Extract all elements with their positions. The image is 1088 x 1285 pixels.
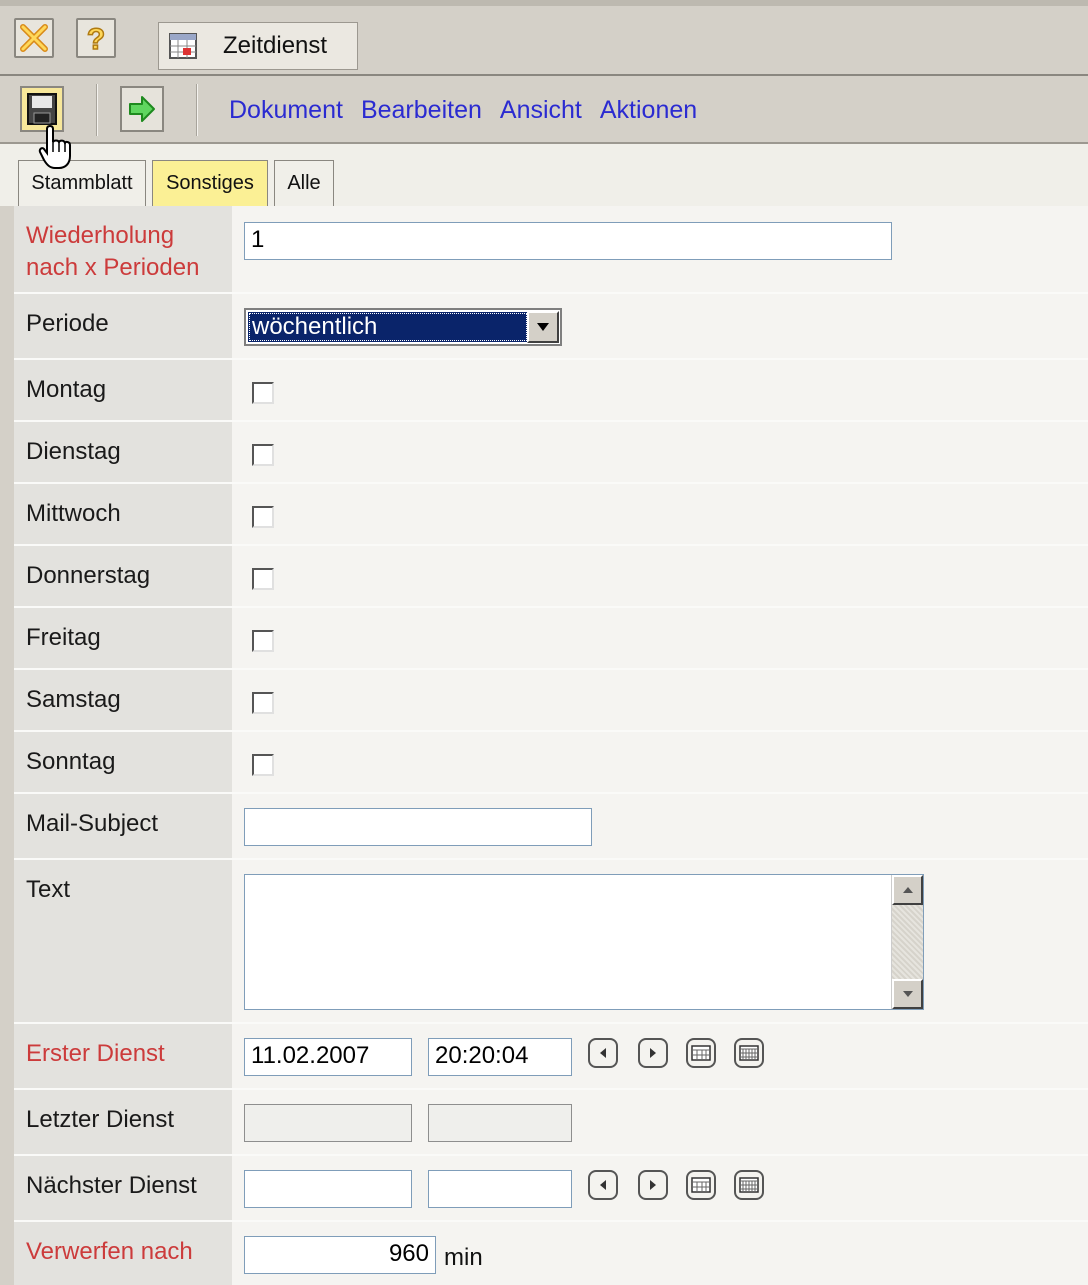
row-donnerstag: Donnerstag	[14, 546, 1088, 608]
document-icon	[169, 33, 197, 59]
row-samstag: Samstag	[14, 670, 1088, 732]
hand-cursor-icon	[38, 124, 71, 169]
svg-text:?: ?	[87, 23, 105, 54]
menu-bearbeiten[interactable]: Bearbeiten	[361, 96, 482, 125]
label-sonntag: Sonntag	[14, 732, 232, 792]
row-wiederholung: Wiederholung nach x Perioden 1	[14, 206, 1088, 294]
donnerstag-checkbox[interactable]	[252, 568, 274, 590]
row-periode: Periode wöchentlich	[14, 294, 1088, 360]
time-picker-button[interactable]	[734, 1170, 764, 1200]
arrow-up-icon	[902, 887, 913, 893]
forward-button[interactable]	[120, 86, 164, 132]
letzter-dienst-date-input	[244, 1104, 412, 1142]
time-picker-button[interactable]	[734, 1038, 764, 1068]
menu-dokument[interactable]: Dokument	[229, 96, 343, 125]
label-samstag: Samstag	[14, 670, 232, 730]
label-naechster-dienst: Nächster Dienst	[14, 1156, 232, 1220]
row-verwerfen: Verwerfen nach 960 min	[14, 1222, 1088, 1285]
row-mail-subject: Mail-Subject	[14, 794, 1088, 860]
calendar-grid-icon	[739, 1045, 759, 1061]
scroll-down-button[interactable]	[892, 979, 923, 1009]
menu-aktionen[interactable]: Aktionen	[600, 96, 697, 125]
arrow-right-icon	[650, 1180, 656, 1190]
calendar-icon	[691, 1177, 711, 1193]
row-naechster-dienst: Nächster Dienst	[14, 1156, 1088, 1222]
window-tab-label: Zeitdienst	[223, 32, 328, 59]
mittwoch-checkbox[interactable]	[252, 506, 274, 528]
prev-button[interactable]	[588, 1038, 618, 1068]
label-text: Text	[14, 860, 232, 1022]
calendar-icon	[691, 1045, 711, 1061]
title-bar: ? Zeitdienst	[0, 0, 1088, 76]
close-button[interactable]	[14, 18, 54, 58]
textarea-scrollbar[interactable]	[891, 875, 923, 1009]
wiederholung-input[interactable]: 1	[244, 222, 892, 260]
save-icon	[27, 93, 57, 125]
date-picker-button[interactable]	[686, 1038, 716, 1068]
verwerfen-unit: min	[444, 1244, 483, 1271]
arrow-left-icon	[600, 1180, 606, 1190]
label-donnerstag: Donnerstag	[14, 546, 232, 606]
dropdown-arrow[interactable]	[527, 311, 559, 343]
next-button[interactable]	[638, 1170, 668, 1200]
label-dienstag: Dienstag	[14, 422, 232, 482]
row-erster-dienst: Erster Dienst 11.02.2007 20:20:04	[14, 1024, 1088, 1090]
label-letzter-dienst: Letzter Dienst	[14, 1090, 232, 1154]
window-tab[interactable]: Zeitdienst	[158, 22, 358, 70]
sonntag-checkbox[interactable]	[252, 754, 274, 776]
label-periode: Periode	[14, 294, 232, 358]
toolbar: Dokument Bearbeiten Ansicht Aktionen	[0, 76, 1088, 144]
help-button[interactable]: ?	[76, 18, 116, 58]
row-freitag: Freitag	[14, 608, 1088, 670]
row-montag: Montag	[14, 360, 1088, 422]
label-erster-dienst: Erster Dienst	[14, 1024, 232, 1088]
calendar-grid-icon	[739, 1177, 759, 1193]
form-area: Wiederholung nach x Perioden 1 Periode w…	[14, 206, 1088, 1285]
periode-selected-value: wöchentlich	[248, 312, 528, 342]
freitag-checkbox[interactable]	[252, 630, 274, 652]
row-sonntag: Sonntag	[14, 732, 1088, 794]
arrow-down-icon	[902, 991, 913, 997]
label-verwerfen: Verwerfen nach	[14, 1222, 232, 1285]
close-icon	[20, 24, 48, 52]
label-mail-subject: Mail-Subject	[14, 794, 232, 858]
chevron-down-icon	[537, 323, 549, 331]
tab-strip: Stammblatt Sonstiges Alle	[0, 144, 1088, 206]
dienstag-checkbox[interactable]	[252, 444, 274, 466]
periode-select[interactable]: wöchentlich	[244, 308, 562, 346]
mail-subject-input[interactable]	[244, 808, 592, 846]
row-text: Text	[14, 860, 1088, 1024]
toolbar-separator	[96, 84, 98, 136]
arrow-right-icon	[650, 1048, 656, 1058]
tab-alle[interactable]: Alle	[274, 160, 334, 206]
naechster-dienst-date-input[interactable]	[244, 1170, 412, 1208]
erster-dienst-time-input[interactable]: 20:20:04	[428, 1038, 572, 1076]
help-icon: ?	[86, 22, 106, 54]
label-montag: Montag	[14, 360, 232, 420]
toolbar-separator	[196, 84, 198, 136]
label-mittwoch: Mittwoch	[14, 484, 232, 544]
row-dienstag: Dienstag	[14, 422, 1088, 484]
samstag-checkbox[interactable]	[252, 692, 274, 714]
tab-sonstiges[interactable]: Sonstiges	[152, 160, 268, 206]
verwerfen-input[interactable]: 960	[244, 1236, 436, 1274]
text-textarea[interactable]	[244, 874, 924, 1010]
row-mittwoch: Mittwoch	[14, 484, 1088, 546]
date-picker-button[interactable]	[686, 1170, 716, 1200]
next-button[interactable]	[638, 1038, 668, 1068]
arrow-left-icon	[600, 1048, 606, 1058]
row-letzter-dienst: Letzter Dienst	[14, 1090, 1088, 1156]
letzter-dienst-time-input	[428, 1104, 572, 1142]
menu-ansicht[interactable]: Ansicht	[500, 96, 582, 125]
prev-button[interactable]	[588, 1170, 618, 1200]
erster-dienst-date-input[interactable]: 11.02.2007	[244, 1038, 412, 1076]
forward-icon	[129, 96, 155, 122]
scroll-up-button[interactable]	[892, 875, 923, 905]
label-freitag: Freitag	[14, 608, 232, 668]
montag-checkbox[interactable]	[252, 382, 274, 404]
naechster-dienst-time-input[interactable]	[428, 1170, 572, 1208]
menu-bar: Dokument Bearbeiten Ansicht Aktionen	[229, 96, 697, 125]
label-wiederholung: Wiederholung nach x Perioden	[14, 206, 232, 292]
